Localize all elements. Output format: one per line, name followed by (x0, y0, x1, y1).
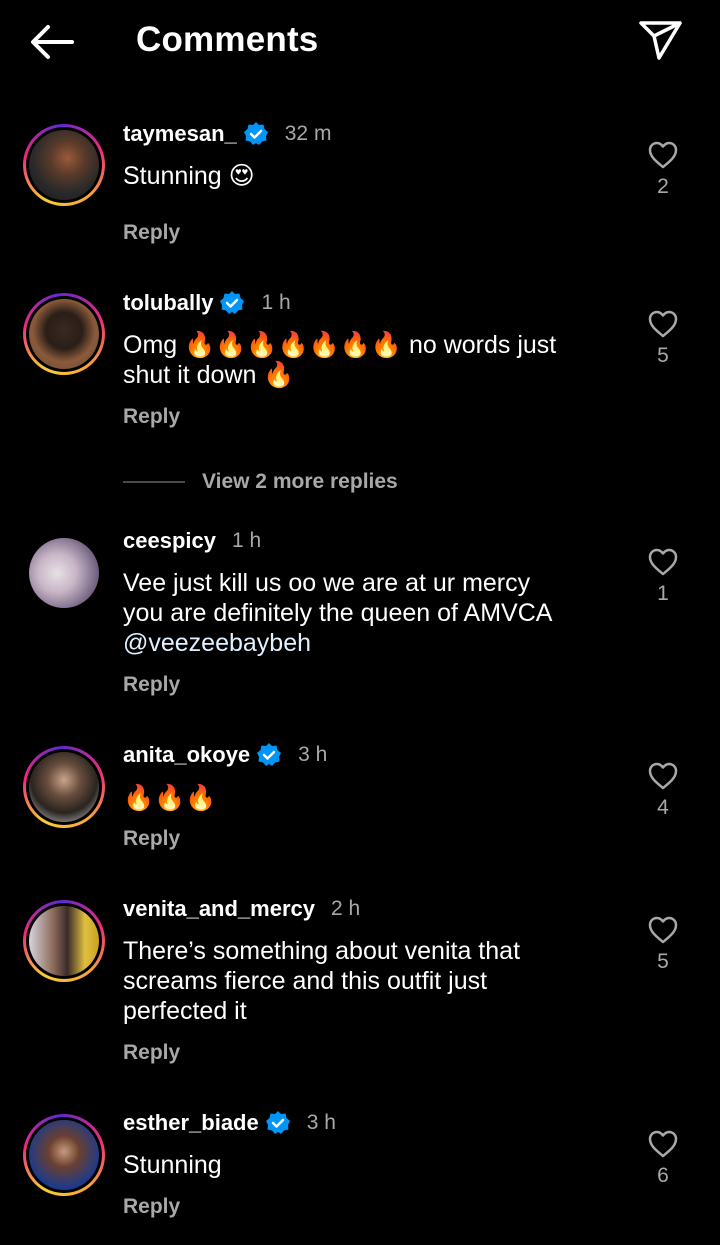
reply-button[interactable]: Reply (123, 827, 180, 851)
heart-icon[interactable] (647, 547, 679, 577)
arrow-left-icon (31, 25, 74, 59)
heart-icon[interactable] (647, 1129, 679, 1159)
heart-icon[interactable] (647, 309, 679, 339)
share-button[interactable] (636, 18, 684, 62)
verified-badge-icon (243, 122, 268, 145)
reply-button[interactable]: Reply (123, 1195, 180, 1219)
comment-time: 3 h (306, 1111, 336, 1134)
comment-text: Omg 🔥🔥🔥🔥🔥🔥🔥 no words just shut it down 🔥 (123, 330, 593, 390)
avatar[interactable] (23, 746, 105, 828)
like-count: 1 (657, 582, 669, 605)
comment-text-line: Vee just kill us oo we are at ur mercy (123, 569, 531, 597)
avatar[interactable] (23, 1114, 105, 1196)
view-more-replies-button[interactable]: View 2 more replies (123, 470, 398, 494)
comment-username[interactable]: taymesan_ (123, 121, 237, 147)
like-area: 5 (640, 915, 686, 974)
back-button[interactable] (28, 22, 76, 62)
verified-badge-icon (220, 291, 245, 314)
top-bar: Comments (0, 0, 720, 84)
avatar[interactable] (23, 293, 105, 375)
comment-text-line: Omg 🔥🔥🔥🔥🔥🔥🔥 no words just (123, 331, 557, 359)
like-area: 1 (640, 547, 686, 606)
comment-time: 1 h (231, 529, 262, 552)
like-area: 4 (640, 761, 686, 820)
reply-button[interactable]: Reply (123, 673, 180, 697)
comment-text: 🔥🔥🔥 (123, 784, 217, 812)
like-area: 6 (640, 1129, 686, 1188)
avatar[interactable] (23, 900, 105, 982)
comment-text-line: screams fierce and this outfit just (123, 967, 488, 995)
comment-text: Stunning 😍 (123, 162, 255, 190)
comment-time: 32 m (284, 122, 332, 145)
reply-button[interactable]: Reply (123, 221, 180, 245)
like-area: 2 (640, 140, 686, 199)
heart-icon[interactable] (647, 915, 679, 945)
avatar[interactable] (29, 538, 99, 608)
heart-icon[interactable] (647, 761, 679, 791)
verified-badge-icon (265, 1111, 290, 1134)
like-count: 5 (657, 344, 669, 367)
like-count: 2 (657, 175, 669, 198)
like-count: 6 (657, 1164, 669, 1187)
divider-line (123, 481, 185, 483)
comment-time: 1 h (261, 291, 291, 314)
like-area: 5 (640, 309, 686, 368)
comment-username[interactable]: venita_and_mercy (123, 896, 315, 922)
comment-text-line: shut it down 🔥 (123, 361, 295, 389)
verified-badge-icon (257, 743, 282, 766)
avatar[interactable] (23, 124, 105, 206)
comment-text: Stunning (123, 1151, 222, 1179)
comment-username[interactable]: esther_biade (123, 1110, 259, 1136)
comment-text: Vee just kill us oo we are at ur mercy y… (123, 568, 593, 658)
comment-text-line: you are definitely the queen of AMVCA (123, 599, 553, 627)
comment-time: 2 h (331, 897, 361, 920)
like-count: 5 (657, 950, 669, 973)
reply-button[interactable]: Reply (123, 1041, 180, 1065)
comment-username[interactable]: tolubally (123, 290, 213, 316)
mention-link[interactable]: @veezeebaybeh (123, 628, 593, 658)
page-title: Comments (136, 20, 319, 59)
comment-username[interactable]: anita_okoye (123, 742, 250, 768)
reply-button[interactable]: Reply (123, 405, 180, 429)
comment-text: There’s something about venita that scre… (123, 936, 593, 1026)
like-count: 4 (657, 796, 669, 819)
comment-username[interactable]: ceespicy (123, 528, 216, 554)
paper-plane-icon (639, 21, 682, 60)
comment-text-line: There’s something about venita that (123, 937, 521, 965)
view-more-replies-label: View 2 more replies (202, 470, 398, 493)
comment-time: 3 h (298, 743, 328, 766)
comment-text-line: perfected it (123, 997, 247, 1025)
heart-icon[interactable] (647, 140, 679, 170)
